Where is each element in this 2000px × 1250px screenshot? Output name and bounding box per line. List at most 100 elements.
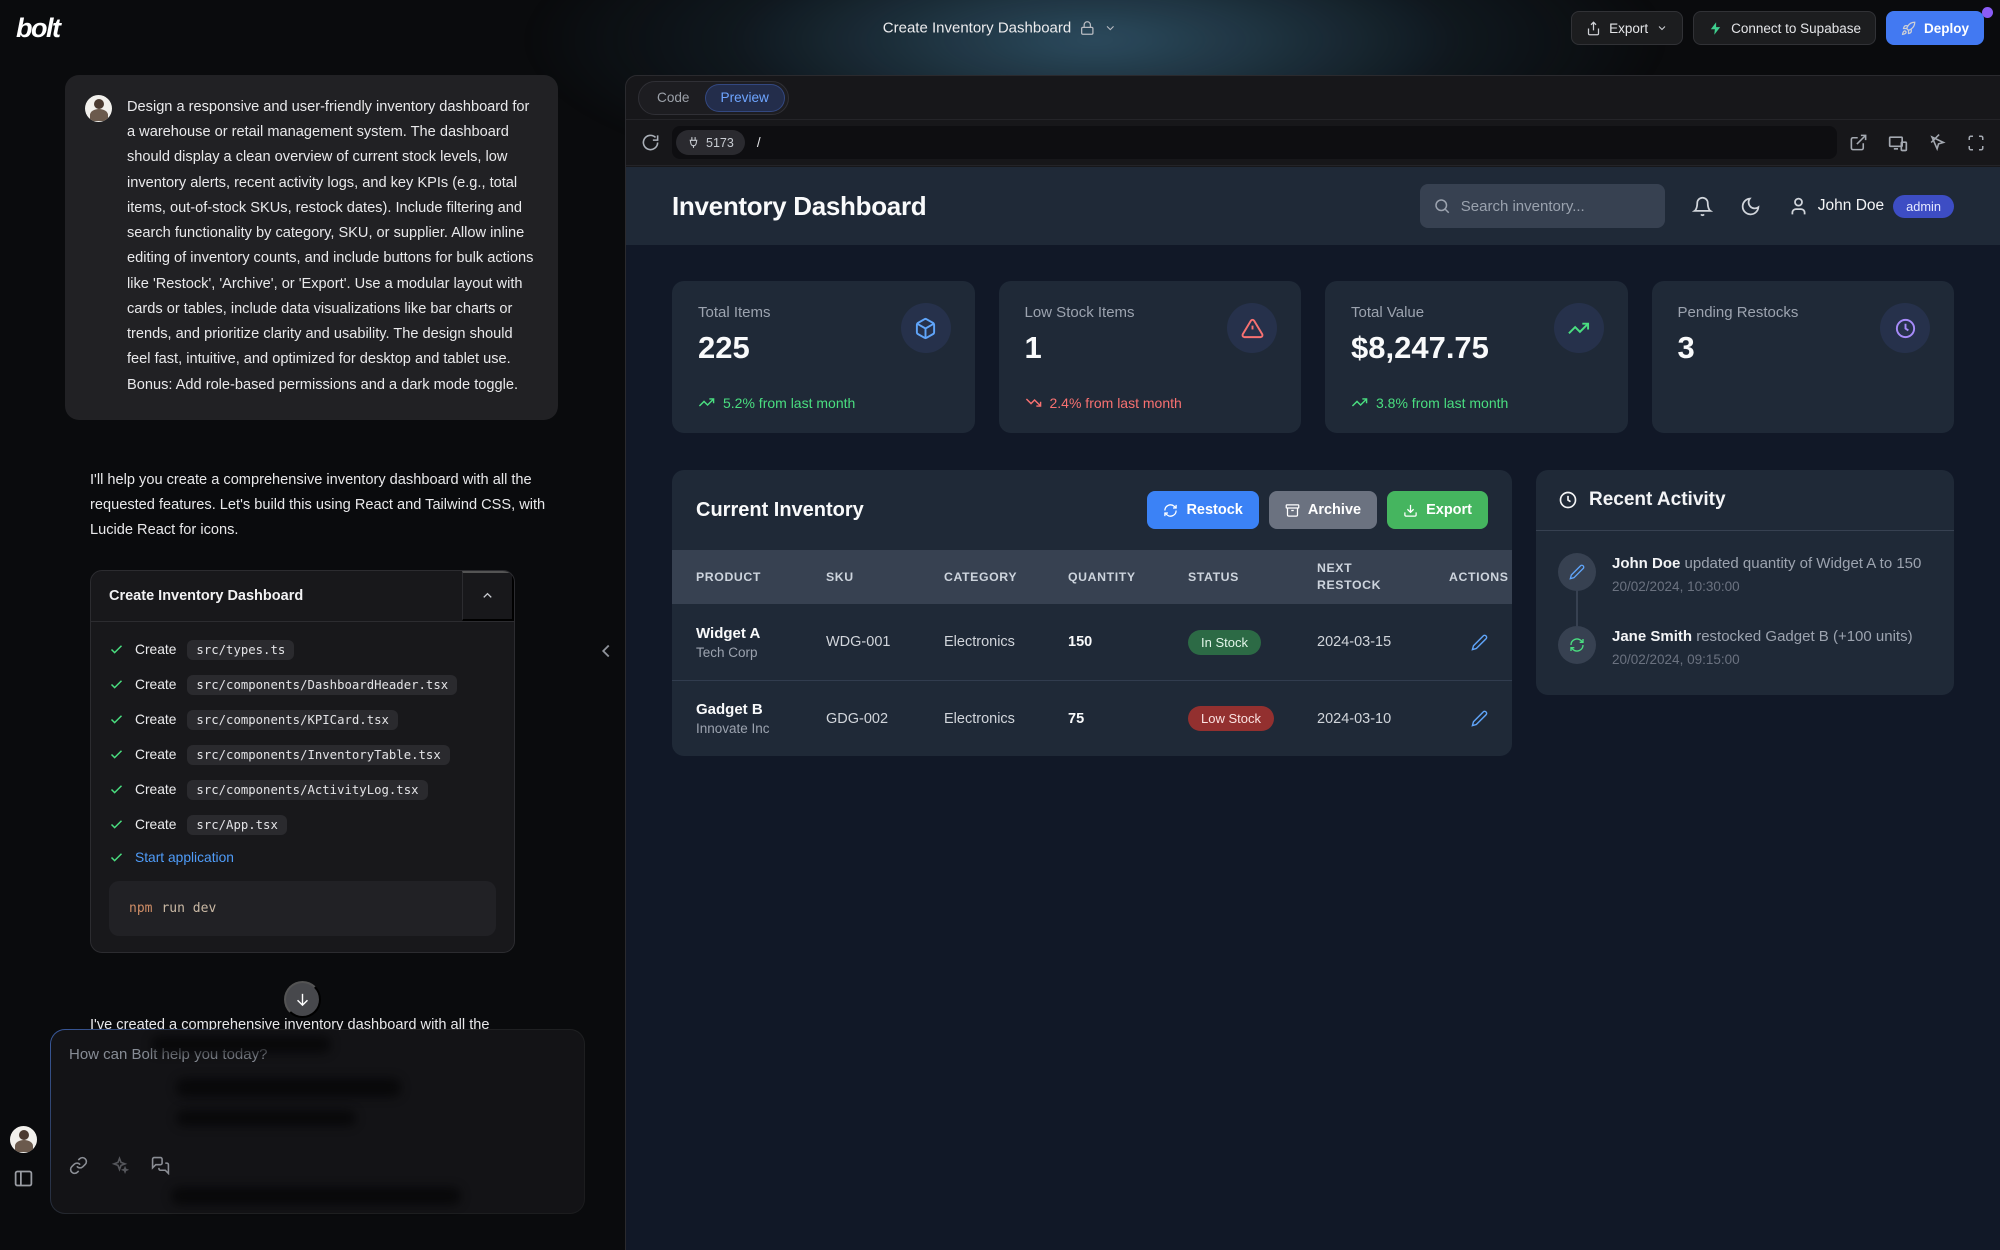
search-box: [1420, 184, 1665, 228]
activity-user: Jane Smith: [1612, 628, 1692, 645]
topbar: bolt Create Inventory Dashboard Export C…: [0, 0, 2000, 56]
step-file[interactable]: src/components/DashboardHeader.tsx: [187, 675, 457, 695]
preview-toolbar-icons: [1849, 133, 1985, 153]
url-field[interactable]: 5173 /: [672, 126, 1837, 159]
project-title: Create Inventory Dashboard: [883, 20, 1071, 37]
step-file[interactable]: src/components/InventoryTable.tsx: [187, 745, 449, 765]
collapse-chat-chevron[interactable]: [595, 640, 617, 662]
project-title-menu[interactable]: Create Inventory Dashboard: [883, 20, 1117, 37]
check-icon: [109, 712, 124, 727]
table-row: Widget A Tech Corp WDG-001 Electronics 1…: [672, 604, 1512, 680]
edit-row-button[interactable]: [1471, 634, 1488, 651]
search-input[interactable]: [1461, 198, 1660, 215]
responsive-devices-icon[interactable]: [1888, 133, 1908, 153]
workbench-header: Create Inventory Dashboard: [91, 571, 514, 622]
user-avatar: [85, 95, 112, 122]
archive-icon: [1285, 503, 1300, 518]
deploy-button[interactable]: Deploy: [1886, 11, 1984, 45]
workbench-card: Create Inventory Dashboard Create src/ty…: [90, 570, 515, 953]
step-row-start-application: Start application: [109, 850, 496, 865]
step-action: Create: [135, 677, 176, 692]
trending-up-icon: [698, 394, 715, 411]
kpi-row: Total Items 225 5.2% from last month Low…: [672, 281, 1954, 433]
column-actions: Actions: [1449, 570, 1509, 584]
quantity-cell[interactable]: 150: [1068, 634, 1188, 650]
product-name: Gadget B: [696, 701, 826, 718]
quantity-cell[interactable]: 75: [1068, 711, 1188, 727]
product-supplier: Innovate Inc: [696, 721, 826, 736]
export-csv-button[interactable]: Export: [1387, 491, 1488, 529]
check-icon: [109, 677, 124, 692]
topbar-actions: Export Connect to Supabase Deploy: [1571, 11, 1984, 45]
inventory-actions: Restock Archive Export: [1147, 491, 1488, 529]
category-cell: Electronics: [944, 634, 1068, 650]
trending-up-icon: [1351, 394, 1368, 411]
kpi-card-total-value: Total Value $8,247.75 3.8% from last mon…: [1325, 281, 1628, 433]
next-restock-cell: 2024-03-15: [1317, 634, 1449, 650]
dark-mode-toggle-icon[interactable]: [1740, 196, 1761, 217]
inspector-pointer-icon[interactable]: [1928, 133, 1947, 152]
share-icon: [1586, 21, 1601, 36]
archive-label: Archive: [1308, 502, 1361, 518]
column-sku: SKU: [826, 570, 944, 584]
export-button[interactable]: Export: [1571, 11, 1683, 45]
app-title: Inventory Dashboard: [672, 191, 926, 222]
connect-supabase-button[interactable]: Connect to Supabase: [1693, 11, 1876, 45]
step-row: Create src/App.tsx: [109, 815, 496, 835]
kpi-trend-text: 2.4% from last month: [1050, 395, 1182, 411]
product-name: Widget A: [696, 625, 826, 642]
preview-url-bar: 5173 /: [626, 119, 2000, 166]
edit-row-button[interactable]: [1471, 710, 1488, 727]
fullscreen-icon[interactable]: [1967, 134, 1985, 152]
chevron-down-icon: [1104, 22, 1117, 35]
kpi-trend-text: 5.2% from last month: [723, 395, 855, 411]
user-icon: [1788, 196, 1809, 217]
step-row: Create src/components/KPICard.tsx: [109, 710, 496, 730]
package-icon: [901, 303, 951, 353]
step-file[interactable]: src/App.tsx: [187, 815, 286, 835]
port-pill[interactable]: 5173: [676, 130, 745, 155]
activity-user: John Doe: [1612, 555, 1680, 572]
start-application-link[interactable]: Start application: [135, 850, 234, 865]
tab-code[interactable]: Code: [642, 85, 705, 111]
download-icon: [1403, 503, 1418, 518]
app-header: Inventory Dashboard: [626, 167, 2000, 245]
user-menu[interactable]: John Doe admin: [1788, 195, 1954, 218]
open-external-icon[interactable]: [1849, 133, 1868, 152]
column-quantity: Quantity: [1068, 570, 1188, 584]
kpi-card-total-items: Total Items 225 5.2% from last month: [672, 281, 975, 433]
tab-preview[interactable]: Preview: [705, 84, 785, 112]
activity-item: John Doe updated quantity of Widget A to…: [1558, 553, 1932, 594]
status-badge: In Stock: [1188, 630, 1261, 655]
activity-text: updated quantity of Widget A to 150: [1685, 555, 1922, 572]
bolt-logo: bolt: [16, 13, 59, 44]
sku-cell: GDG-002: [826, 711, 944, 727]
step-file[interactable]: src/types.ts: [187, 640, 294, 660]
archive-button[interactable]: Archive: [1269, 491, 1377, 529]
kpi-trend-text: 3.8% from last month: [1376, 395, 1508, 411]
user-message-text: Design a responsive and user-friendly in…: [127, 95, 536, 398]
status-badge: Low Stock: [1188, 706, 1274, 731]
step-file[interactable]: src/components/KPICard.tsx: [187, 710, 398, 730]
workbench-title: Create Inventory Dashboard: [91, 571, 462, 621]
inventory-header: Current Inventory Restock Ar: [672, 470, 1512, 550]
url-path: /: [757, 135, 761, 150]
recent-activity-title: Recent Activity: [1589, 489, 1726, 511]
edit-activity-icon: [1558, 553, 1596, 591]
table-header-row: Product SKU Category Quantity Status Nex…: [672, 550, 1512, 604]
role-badge: admin: [1893, 195, 1954, 218]
plug-icon: [687, 136, 700, 149]
connect-supabase-label: Connect to Supabase: [1731, 21, 1861, 36]
reload-icon[interactable]: [641, 133, 660, 152]
restock-button[interactable]: Restock: [1147, 491, 1258, 529]
lock-icon: [1080, 21, 1095, 36]
workbench-collapse-button[interactable]: [462, 571, 514, 621]
bell-icon[interactable]: [1692, 196, 1713, 217]
supabase-bolt-icon: [1708, 21, 1723, 36]
code-preview-toggle: Code Preview: [638, 81, 789, 115]
export-label: Export: [1426, 502, 1472, 518]
kpi-trend: 5.2% from last month: [698, 394, 855, 411]
app-viewport: Inventory Dashboard: [626, 167, 2000, 1250]
step-file[interactable]: src/components/ActivityLog.tsx: [187, 780, 427, 800]
check-icon: [109, 817, 124, 832]
